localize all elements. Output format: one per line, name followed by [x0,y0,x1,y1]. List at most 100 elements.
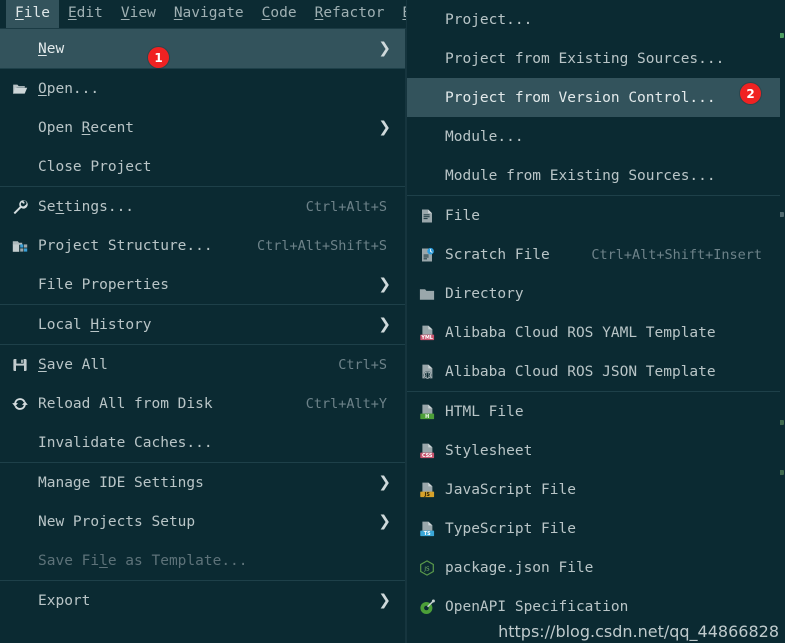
menubar-item-edit[interactable]: Edit [59,0,112,28]
svg-text:CSS: CSS [422,453,433,459]
openapi-icon [419,597,445,617]
menu-item-label: Project from Version Control... [445,89,716,106]
file-menu-item-reload-all-from-disk[interactable]: Reload All from Disk Ctrl+Alt+Y [0,384,405,423]
menu-item-label: TypeScript File [445,520,576,537]
yaml-file-icon: YML [419,323,445,343]
menu-item-shortcut: Ctrl+Alt+S [305,198,387,215]
menu-item-label: Reload All from Disk [38,395,213,412]
svg-text:{}: {} [425,373,431,379]
chevron-right-icon: ❯ [378,512,391,530]
menu-icon-placeholder [12,315,38,335]
menu-icon-placeholder [12,275,38,295]
menu-item-label: Open... [38,80,100,97]
menu-item-label: New Projects Setup [38,513,196,530]
new-submenu-item-html-file[interactable]: H HTML File [407,392,780,431]
menu-item-label: JavaScript File [445,481,576,498]
new-submenu-item-typescript-file[interactable]: TS TypeScript File [407,509,780,548]
file-menu-item-open-recent[interactable]: Open Recent ❯ [0,108,405,147]
new-submenu-item-module-from-existing-sources[interactable]: Module from Existing Sources... [407,156,780,195]
new-submenu-item-javascript-file[interactable]: JS JavaScript File [407,470,780,509]
chevron-right-icon: ❯ [378,315,391,333]
reload-icon [12,394,38,414]
menu-item-label: package.json File [445,559,594,576]
file-menu-item-manage-ide-settings[interactable]: Manage IDE Settings ❯ [0,463,405,502]
wrench-icon [12,197,38,217]
menubar-item-code[interactable]: Code [253,0,306,28]
svg-text:H: H [425,414,429,420]
menubar-item-refactor[interactable]: Refactor [306,0,394,28]
menu-item-label: Local History [38,316,152,333]
menu-item-label: Project... [445,11,533,28]
js-file-icon: JS [419,480,445,500]
menu-item-label: Module from Existing Sources... [445,167,716,184]
new-submenu-item-alibaba-cloud-ros-yaml-template[interactable]: YML Alibaba Cloud ROS YAML Template [407,313,780,352]
file-menu-item-invalidate-caches[interactable]: Invalidate Caches... [0,423,405,462]
menu-item-shortcut: Ctrl+S [338,356,387,373]
menu-item-label: Save All [38,356,108,373]
menubar-item-view[interactable]: View [112,0,165,28]
chevron-right-icon: ❯ [378,118,391,136]
new-submenu-item-project-from-existing-sources[interactable]: Project from Existing Sources... [407,39,780,78]
new-submenu-item-scratch-file[interactable]: Scratch File Ctrl+Alt+Shift+Insert [407,235,780,274]
menu-item-label: New [38,40,65,57]
new-submenu-item-stylesheet[interactable]: CSS Stylesheet [407,431,780,470]
menu-icon-placeholder [12,39,38,59]
svg-text:YML: YML [420,335,433,341]
menu-item-label: Alibaba Cloud ROS JSON Template [445,363,716,380]
file-menu-item-new[interactable]: New ❯ [0,29,405,68]
step-badge-2: 2 [740,83,761,104]
new-submenu-item-alibaba-cloud-ros-json-template[interactable]: {} Alibaba Cloud ROS JSON Template [407,352,780,391]
watermark-text: https://blog.csdn.net/qq_44866828 [498,622,779,641]
file-menu-item-project-structure[interactable]: Project Structure... Ctrl+Alt+Shift+S [0,226,405,265]
chevron-right-icon: ❯ [378,591,391,609]
menu-item-label: Invalidate Caches... [38,434,213,451]
menu-item-label: File [445,207,480,224]
file-menu-item-save-all[interactable]: Save All Ctrl+S [0,345,405,384]
menu-icon-placeholder [12,433,38,453]
file-menu-item-save-file-as-template: Save File as Template... [0,541,405,580]
new-submenu-item-project[interactable]: Project... [407,0,780,39]
file-menu-item-export[interactable]: Export ❯ [0,581,405,620]
menu-item-label: Project from Existing Sources... [445,50,725,67]
menu-icon-placeholder [12,551,38,571]
menu-icon-placeholder [12,512,38,532]
menu-item-label: Open Recent [38,119,135,136]
menu-item-label: Save File as Template... [38,552,248,569]
html-file-icon: H [419,402,445,422]
menu-icon-placeholder [419,88,445,108]
ts-file-icon: TS [419,519,445,539]
file-menu-item-local-history[interactable]: Local History ❯ [0,305,405,344]
directory-icon [419,284,445,304]
json-file-icon: {} [419,362,445,382]
menubar-item-file[interactable]: File [6,0,59,28]
menubar-item-navigate[interactable]: Navigate [165,0,253,28]
new-submenu-item-module[interactable]: Module... [407,117,780,156]
menu-item-label: OpenAPI Specification [445,598,629,615]
file-menu-item-open[interactable]: Open... [0,69,405,108]
new-submenu-item-directory[interactable]: Directory [407,274,780,313]
file-menu-item-new-projects-setup[interactable]: New Projects Setup ❯ [0,502,405,541]
menu-icon-placeholder [12,157,38,177]
menu-item-label: Settings... [38,198,135,215]
nodejs-icon: JS [419,558,445,578]
menu-icon-placeholder [12,591,38,611]
menu-icon-placeholder [419,127,445,147]
menu-item-shortcut: Ctrl+Alt+Shift+Insert [591,246,762,263]
menu-item-shortcut: Ctrl+Alt+Y [305,395,387,412]
folder-open-icon [12,79,38,99]
new-submenu-item-file[interactable]: File [407,196,780,235]
file-icon [419,206,445,226]
new-submenu-item-package-json-file[interactable]: JS package.json File [407,548,780,587]
step-badge-1: 1 [148,47,169,68]
file-menu-item-file-properties[interactable]: File Properties ❯ [0,265,405,304]
new-submenu-item-openapi-specification[interactable]: OpenAPI Specification [407,587,780,626]
new-submenu-item-project-from-version-control[interactable]: Project from Version Control... [407,78,780,117]
project-structure-icon [12,236,38,256]
file-menu-item-close-project[interactable]: Close Project [0,147,405,186]
menu-icon-placeholder [419,49,445,69]
chevron-right-icon: ❯ [378,473,391,491]
menu-item-label: Module... [445,128,524,145]
file-menu-item-settings[interactable]: Settings... Ctrl+Alt+S [0,187,405,226]
menu-item-label: Alibaba Cloud ROS YAML Template [445,324,716,341]
file-menu-popup: New ❯ Open... Open Recent ❯ Close Project Sett… [0,28,406,643]
